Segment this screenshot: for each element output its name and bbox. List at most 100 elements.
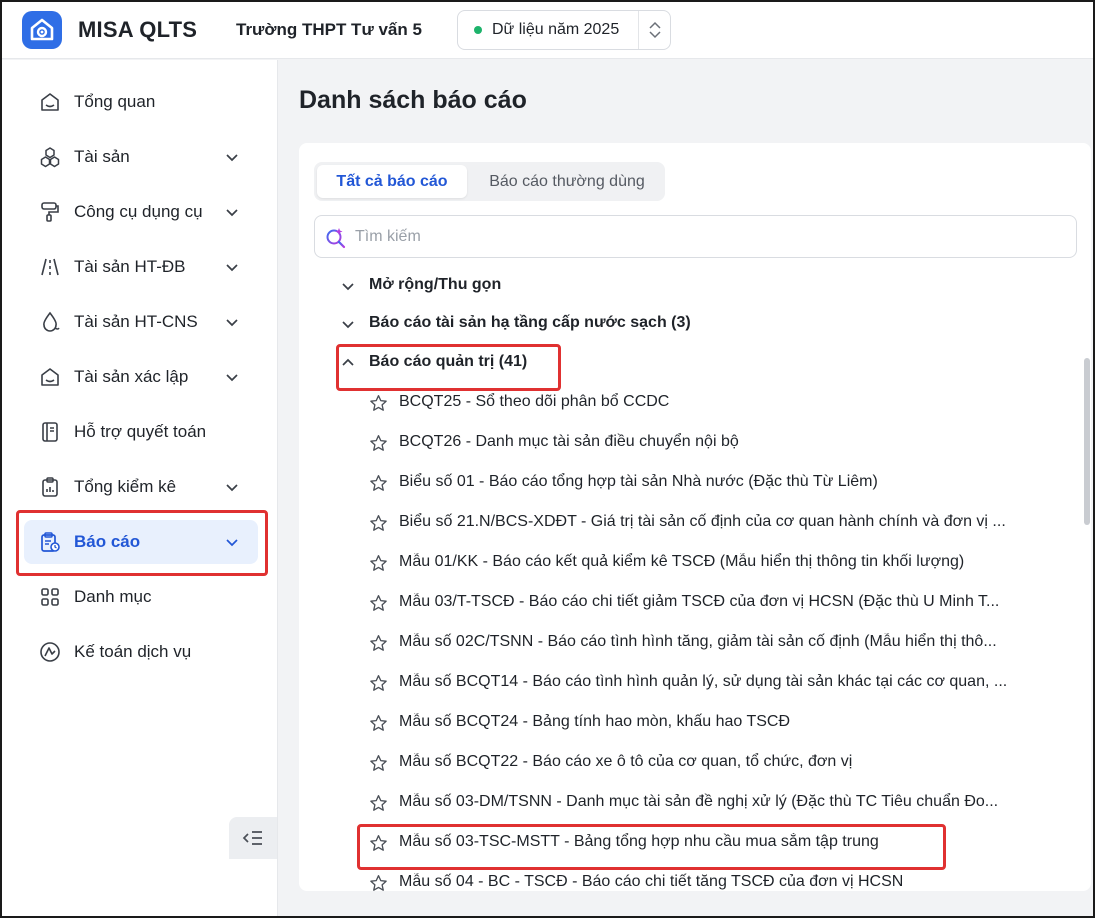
expand-collapse-label: Mở rộng/Thu gọn xyxy=(369,276,502,293)
report-item[interactable]: Biểu số 21.N/BCS-XDĐT - Giá trị tài sản … xyxy=(369,512,1059,536)
sidebar-item-tai-san-ht-cns[interactable]: Tài sản HT-CNS xyxy=(24,300,258,344)
report-item[interactable]: Mẫu số BCQT14 - Báo cáo tình hình quản l… xyxy=(369,672,1059,696)
sidebar-item-label: Tài sản xyxy=(74,147,130,166)
paint-roller-icon xyxy=(39,201,61,223)
star-icon[interactable] xyxy=(369,634,388,653)
sidebar: Tổng quan Tài sản Công cụ dụng cụ Tài sả… xyxy=(2,60,278,916)
star-icon[interactable] xyxy=(369,874,388,891)
tab-all-reports[interactable]: Tất cả báo cáo xyxy=(317,165,467,198)
report-item[interactable]: Mẫu số BCQT24 - Bảng tính hao mòn, khấu … xyxy=(369,712,1059,736)
chevron-down-icon xyxy=(342,283,354,291)
school-name: Trường THPT Tư vấn 5 xyxy=(236,20,422,39)
app-name: MISA QLTS xyxy=(78,17,198,42)
highlight-box xyxy=(357,824,946,870)
report-title: Mẫu 03/T-TSCĐ - Báo cáo chi tiết giảm TS… xyxy=(399,593,1000,610)
star-icon[interactable] xyxy=(369,434,388,453)
report-title: Mẫu số 04 - BC - TSCĐ - Báo cáo chi tiết… xyxy=(399,873,904,890)
star-icon[interactable] xyxy=(369,474,388,493)
chevron-down-icon[interactable] xyxy=(648,31,661,39)
tab-frequent-reports[interactable]: Báo cáo thường dùng xyxy=(472,165,662,198)
book-icon xyxy=(39,421,61,443)
report-item[interactable]: BCQT25 - Sổ theo dõi phân bổ CCDC xyxy=(369,392,1059,416)
star-icon[interactable] xyxy=(369,514,388,533)
year-selector[interactable]: Dữ liệu năm 2025 xyxy=(457,10,671,50)
report-title: BCQT25 - Sổ theo dõi phân bổ CCDC xyxy=(399,393,670,410)
home-icon xyxy=(39,366,61,388)
sidebar-item-tai-san[interactable]: Tài sản xyxy=(24,135,258,179)
report-item[interactable]: Mẫu số BCQT22 - Báo cáo xe ô tô của cơ q… xyxy=(369,752,1059,776)
star-icon[interactable] xyxy=(369,394,388,413)
cubes-icon xyxy=(39,146,61,168)
sidebar-item-ho-tro-quyet-toan[interactable]: Hỗ trợ quyết toán xyxy=(24,410,258,454)
chevron-down-icon[interactable] xyxy=(223,313,241,331)
report-title: Mẫu số 02C/TSNN - Báo cáo tình hình tăng… xyxy=(399,633,997,650)
report-item[interactable]: BCQT26 - Danh mục tài sản điều chuyển nộ… xyxy=(369,432,1059,456)
accounting-logo-icon xyxy=(39,641,61,663)
report-title: Biểu số 21.N/BCS-XDĐT - Giá trị tài sản … xyxy=(399,513,1006,530)
sidebar-item-label: Công cụ dụng cụ xyxy=(74,202,203,221)
sidebar-item-label: Kế toán dịch vụ xyxy=(74,642,192,661)
report-item[interactable]: Mẫu số 04 - BC - TSCĐ - Báo cáo chi tiết… xyxy=(369,872,1059,891)
app-window: MISA QLTS Trường THPT Tư vấn 5 Dữ liệu n… xyxy=(0,0,1095,918)
report-item[interactable]: Mẫu số 02C/TSNN - Báo cáo tình hình tăng… xyxy=(369,632,1059,656)
chevron-down-icon xyxy=(342,321,354,329)
chevron-down-icon[interactable] xyxy=(223,258,241,276)
report-item[interactable]: Biểu số 01 - Báo cáo tổng hợp tài sản Nh… xyxy=(369,472,1059,496)
star-icon[interactable] xyxy=(369,714,388,733)
year-spinner[interactable] xyxy=(638,11,670,49)
star-icon[interactable] xyxy=(369,754,388,773)
scrollbar[interactable] xyxy=(1084,358,1090,525)
report-title: BCQT26 - Danh mục tài sản điều chuyển nộ… xyxy=(399,433,739,450)
chevron-down-icon[interactable] xyxy=(223,368,241,386)
year-label: Dữ liệu năm 2025 xyxy=(492,21,620,38)
report-item[interactable]: Mẫu 01/KK - Báo cáo kết quả kiểm kê TSCĐ… xyxy=(369,552,1059,576)
star-icon[interactable] xyxy=(369,594,388,613)
report-title: Mẫu số BCQT14 - Báo cáo tình hình quản l… xyxy=(399,673,1008,690)
report-item[interactable]: Mẫu số 03-DM/TSNN - Danh mục tài sản đề … xyxy=(369,792,1059,816)
group-label: Báo cáo tài sản hạ tầng cấp nước sạch (3… xyxy=(369,314,691,331)
grid-icon xyxy=(39,586,61,608)
sidebar-item-label: Hỗ trợ quyết toán xyxy=(74,422,207,441)
water-drop-icon xyxy=(39,311,61,333)
sidebar-item-tong-kiem-ke[interactable]: Tổng kiểm kê xyxy=(24,465,258,509)
sidebar-item-label: Tài sản HT-CNS xyxy=(74,312,198,331)
report-title: Mẫu số BCQT22 - Báo cáo xe ô tô của cơ q… xyxy=(399,753,853,770)
collapse-sidebar-icon xyxy=(242,831,262,845)
search-box[interactable] xyxy=(314,215,1077,258)
sidebar-item-ke-toan-dich-vu[interactable]: Kế toán dịch vụ xyxy=(24,630,258,674)
chevron-down-icon[interactable] xyxy=(223,148,241,166)
report-tabs: Tất cả báo cáo Báo cáo thường dùng xyxy=(314,162,665,201)
clipboard-chart-icon xyxy=(39,476,61,498)
status-dot-icon xyxy=(474,26,482,34)
sidebar-item-tai-san-xac-lap[interactable]: Tài sản xác lập xyxy=(24,355,258,399)
collapse-sidebar-button[interactable] xyxy=(229,817,277,859)
sidebar-item-danh-muc[interactable]: Danh mục xyxy=(24,575,258,619)
page-title: Danh sách báo cáo xyxy=(299,86,527,114)
chevron-up-icon[interactable] xyxy=(648,21,661,29)
sidebar-item-label: Tổng quan xyxy=(74,92,156,111)
top-header: MISA QLTS Trường THPT Tư vấn 5 Dữ liệu n… xyxy=(2,2,1093,59)
report-title: Biểu số 01 - Báo cáo tổng hợp tài sản Nh… xyxy=(399,473,878,490)
sidebar-item-tong-quan[interactable]: Tổng quan xyxy=(24,80,258,124)
highlight-box xyxy=(16,510,268,576)
home-icon xyxy=(39,91,61,113)
sidebar-item-tai-san-ht-db[interactable]: Tài sản HT-ĐB xyxy=(24,245,258,289)
star-icon[interactable] xyxy=(369,794,388,813)
chevron-down-icon[interactable] xyxy=(223,203,241,221)
star-icon[interactable] xyxy=(369,674,388,693)
chevron-down-icon[interactable] xyxy=(223,478,241,496)
highlight-box xyxy=(336,344,561,391)
sidebar-item-cong-cu-dung-cu[interactable]: Công cụ dụng cụ xyxy=(24,190,258,234)
sidebar-item-label: Tài sản xác lập xyxy=(74,367,189,386)
report-title: Mẫu số BCQT24 - Bảng tính hao mòn, khấu … xyxy=(399,713,791,730)
road-icon xyxy=(39,256,61,278)
ai-search-icon xyxy=(326,228,346,249)
app-logo-icon[interactable] xyxy=(22,11,62,49)
report-title: Mẫu 01/KK - Báo cáo kết quả kiểm kê TSCĐ… xyxy=(399,553,965,570)
search-input[interactable] xyxy=(355,224,1055,250)
sidebar-item-label: Tài sản HT-ĐB xyxy=(74,257,186,276)
report-list-card: Tất cả báo cáo Báo cáo thường dùng Mở rộ… xyxy=(299,143,1091,891)
report-item[interactable]: Mẫu 03/T-TSCĐ - Báo cáo chi tiết giảm TS… xyxy=(369,592,1059,616)
star-icon[interactable] xyxy=(369,554,388,573)
sidebar-item-label: Danh mục xyxy=(74,587,152,606)
